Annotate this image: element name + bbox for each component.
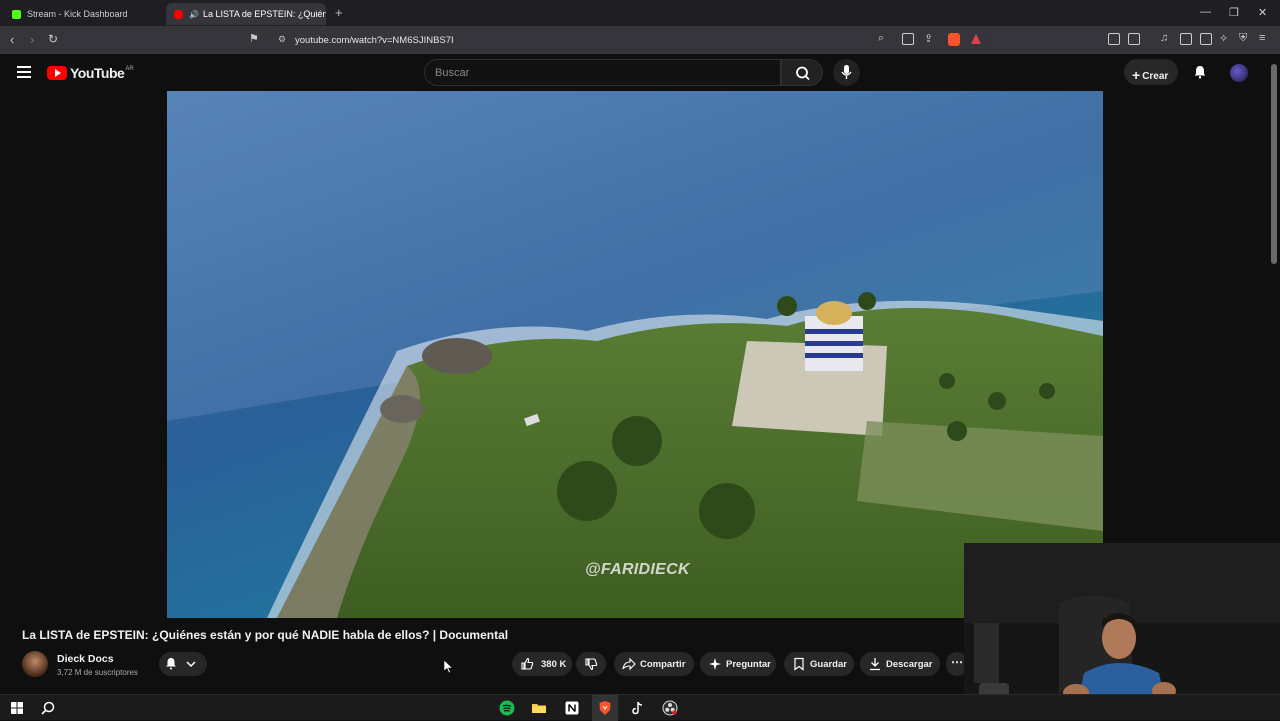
search-input[interactable]: Buscar [424, 59, 781, 86]
search-button[interactable] [781, 59, 823, 86]
dislike-button[interactable] [576, 652, 606, 676]
save-button[interactable]: Guardar [784, 652, 854, 676]
account-avatar[interactable] [1230, 64, 1248, 82]
brave-icon[interactable] [597, 700, 613, 716]
url-text: youtube.com/watch?v=NM6SJINBS7I [295, 35, 454, 46]
leo-icon[interactable] [1200, 33, 1212, 45]
page-scrollbar[interactable] [1271, 64, 1277, 264]
close-window-button[interactable]: ✕ [1258, 6, 1267, 19]
notifications-bell-icon[interactable] [1193, 65, 1207, 79]
media-icon[interactable]: ♫ [1160, 32, 1168, 44]
subscriber-count: 3,72 M de suscriptores [57, 668, 138, 677]
tab-youtube-video[interactable]: 🔊 La LISTA de EPSTEIN: ¿Quiéne × [166, 3, 326, 25]
video-watermark: @FARIDIECK [585, 561, 690, 578]
share-page-icon[interactable]: ⇪ [924, 32, 933, 45]
video-player[interactable]: @FARIDIECK [167, 91, 1103, 618]
voice-search-button[interactable] [833, 59, 860, 86]
create-label: Crear [1142, 71, 1169, 82]
cast-icon[interactable] [902, 33, 914, 45]
like-count: 380 K [541, 658, 567, 670]
spotify-icon[interactable] [499, 700, 515, 716]
channel-avatar[interactable] [22, 651, 48, 677]
search-icon[interactable] [40, 700, 56, 716]
restore-window-button[interactable]: ❐ [1229, 6, 1239, 19]
reload-button[interactable]: ↻ [48, 32, 58, 46]
create-button[interactable]: + Crear [1124, 59, 1178, 85]
thumbs-up-icon [521, 657, 534, 670]
menu-icon[interactable]: ≡ [1259, 32, 1265, 44]
bell-dropdown-icon [166, 658, 196, 670]
video-title: La LISTA de EPSTEIN: ¿Quiénes están y po… [22, 628, 509, 642]
country-code: AR [125, 65, 134, 72]
download-button[interactable]: Descargar [860, 652, 940, 676]
youtube-play-icon [47, 66, 67, 80]
save-label: Guardar [810, 658, 847, 670]
back-button[interactable]: ‹ [10, 32, 14, 47]
plus-icon: + [1132, 67, 1141, 83]
brave-shields-icon[interactable] [948, 33, 960, 46]
extensions-icon[interactable] [1108, 33, 1120, 45]
search-icon [796, 66, 810, 81]
forward-button[interactable]: › [30, 32, 34, 47]
download-label: Descargar [886, 658, 933, 670]
video-frame-island-image [167, 91, 1103, 618]
subscription-notifications-button[interactable] [159, 652, 207, 676]
browser-tab-bar: Stream - Kick Dashboard 🔊 La LISTA de EP… [0, 0, 1280, 26]
tab-label: La LISTA de EPSTEIN: ¿Quiéne [202, 9, 326, 19]
notion-icon[interactable] [564, 700, 580, 716]
youtube-header: YouTube AR Buscar + Crear [0, 54, 1280, 90]
thumbs-down-icon [585, 658, 598, 671]
tiktok-icon[interactable] [629, 700, 645, 716]
ask-label: Preguntar [726, 658, 771, 670]
mouse-cursor-icon [444, 660, 454, 674]
ask-button[interactable]: Preguntar [700, 652, 776, 676]
share-arrow-icon [622, 657, 636, 671]
site-info-icon[interactable]: ⚙ [278, 34, 286, 45]
tab-kick-dashboard[interactable]: Stream - Kick Dashboard [4, 3, 164, 25]
audio-playing-icon[interactable]: 🔊 [189, 10, 199, 19]
ai-sparkle-icon[interactable]: ✧ [1219, 32, 1228, 45]
tab-label: Stream - Kick Dashboard [27, 9, 128, 19]
share-button[interactable]: Compartir [614, 652, 694, 676]
minimize-window-button[interactable]: — [1200, 6, 1211, 18]
sidebar-icon[interactable] [1180, 33, 1192, 45]
temple-stripes [805, 329, 863, 358]
brave-rewards-icon[interactable] [971, 34, 981, 44]
bookmark-save-icon [794, 657, 804, 671]
new-tab-button[interactable]: + [335, 5, 343, 20]
zoom-icon[interactable]: ⌕ [878, 32, 884, 45]
wallet-icon[interactable] [1128, 33, 1140, 45]
file-explorer-icon[interactable] [531, 700, 547, 716]
youtube-favicon-icon [174, 9, 183, 19]
obs-icon[interactable] [662, 700, 678, 716]
youtube-logo[interactable]: YouTube AR [47, 65, 134, 81]
windows-icon[interactable] [9, 700, 25, 716]
kick-favicon-icon [12, 9, 21, 19]
youtube-wordmark: YouTube [70, 65, 125, 81]
microphone-icon [841, 65, 852, 79]
hamburger-menu-icon[interactable] [17, 66, 31, 81]
share-label: Compartir [640, 658, 686, 670]
os-taskbar [0, 694, 1280, 721]
download-icon [870, 658, 880, 671]
channel-name[interactable]: Dieck Docs [57, 653, 114, 665]
browser-nav-bar: ‹ › ↻ ⚑ ⚙ youtube.com/watch?v=NM6SJINBS7… [0, 26, 1280, 54]
vpn-icon[interactable]: ⛨ [1239, 32, 1247, 45]
bookmark-icon[interactable]: ⚑ [249, 32, 259, 45]
like-button[interactable]: 380 K [512, 652, 572, 676]
sparkle-icon [709, 658, 721, 670]
